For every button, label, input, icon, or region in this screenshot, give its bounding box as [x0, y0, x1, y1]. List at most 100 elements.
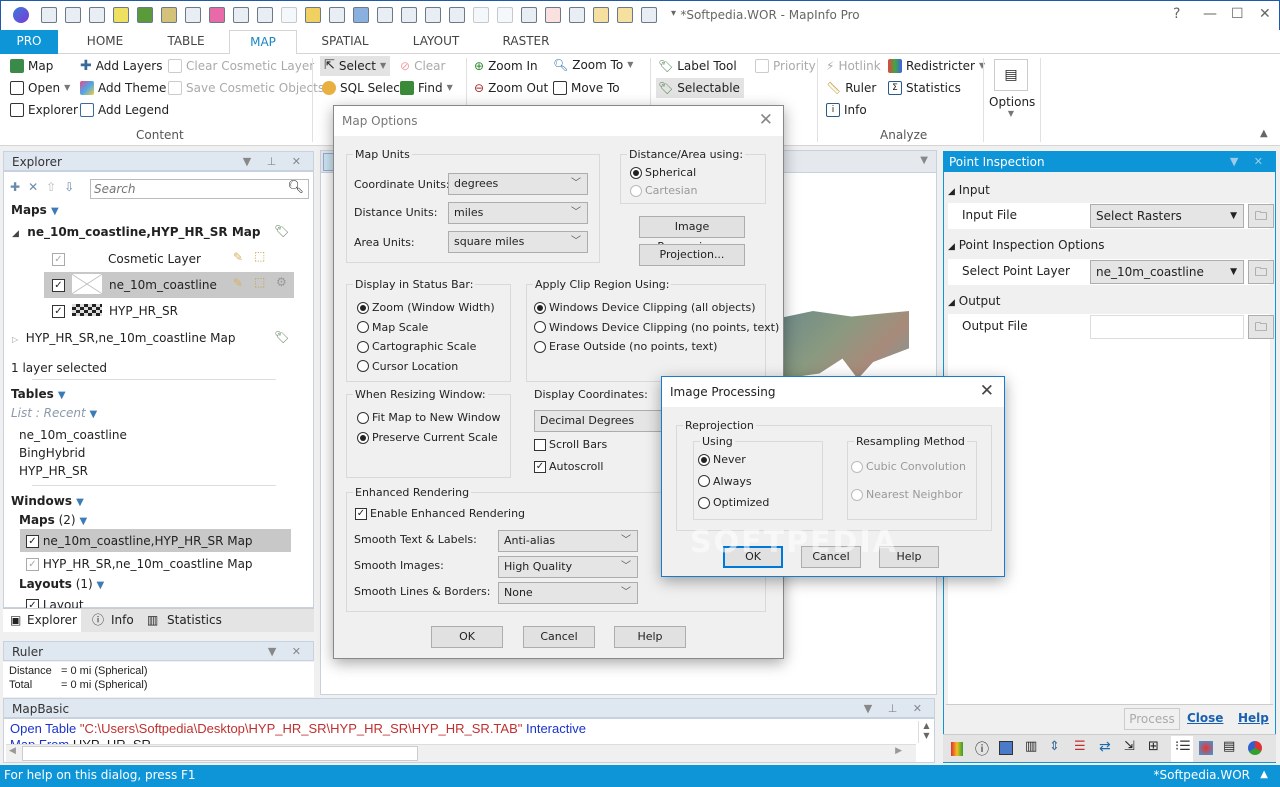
- grid-icon[interactable]: ⊞: [1148, 739, 1159, 754]
- color-ramp-icon[interactable]: [951, 742, 963, 756]
- close-dialog-button[interactable]: ✕: [759, 110, 773, 130]
- ok-button[interactable]: OK: [431, 626, 503, 648]
- redistricter-button[interactable]: Redistricter▼: [888, 56, 985, 76]
- tab-spatial[interactable]: SPATIAL: [305, 30, 385, 54]
- layer-visibility-checkbox[interactable]: ✓: [52, 253, 65, 266]
- priority-button[interactable]: Priority: [755, 56, 816, 76]
- tab-map[interactable]: MAP: [229, 30, 297, 55]
- clear-cosmetic-layer-button[interactable]: Clear Cosmetic Layer: [168, 56, 314, 76]
- smooth-text-select[interactable]: Anti-alias ﹀: [498, 530, 638, 552]
- selectable-icon[interactable]: 🏷︎: [274, 330, 289, 344]
- tab-raster[interactable]: RASTER: [490, 30, 562, 54]
- table-icon[interactable]: ▤: [1223, 739, 1235, 754]
- section-input[interactable]: ◢ Input: [948, 183, 990, 197]
- minimize-button[interactable]: —: [1203, 6, 1217, 22]
- layout-checkbox[interactable]: ✓: [26, 599, 39, 608]
- cancel-button[interactable]: Cancel: [801, 546, 861, 568]
- reprojection-using-radio-1[interactable]: Always: [698, 475, 752, 488]
- explorer-button[interactable]: Explorer: [10, 100, 78, 120]
- layer-hyp[interactable]: ✓ HYP_HR_SR: [52, 304, 178, 318]
- select-layer-icon[interactable]: ⬚: [254, 249, 265, 263]
- tab-home[interactable]: HOME: [70, 30, 140, 54]
- zoom-out-button[interactable]: ⊖ Zoom Out: [474, 78, 548, 98]
- slope-icon[interactable]: [999, 741, 1013, 755]
- remove-icon[interactable]: ✕: [28, 180, 46, 194]
- window-list-dropdown[interactable]: ▼: [920, 155, 928, 166]
- ok-button[interactable]: OK: [723, 546, 783, 568]
- tab-info[interactable]: ⓘ Info: [87, 609, 143, 632]
- projection-button[interactable]: Projection...: [639, 244, 745, 266]
- layer-coastline[interactable]: ✓ ne_10m_coastline: [52, 274, 217, 294]
- selectable-icon[interactable]: 🏷︎: [274, 224, 289, 238]
- horizontal-scrollbar[interactable]: ◀ ▶: [6, 744, 916, 762]
- display-coordinates-select[interactable]: Decimal Degrees: [534, 410, 674, 432]
- move-down-icon[interactable]: ⇩: [64, 180, 82, 194]
- explorer-search[interactable]: 🔍︎: [90, 179, 309, 199]
- coordinate-units-select[interactable]: degrees ﹀: [448, 173, 588, 195]
- open-button[interactable]: Open ▼: [10, 78, 70, 98]
- tab-layout[interactable]: LAYOUT: [398, 30, 474, 54]
- input-file-dropdown[interactable]: Select Rasters ▼: [1090, 204, 1244, 228]
- resize-radio-0[interactable]: Fit Map to New Window: [357, 411, 501, 424]
- layer-visibility-checkbox[interactable]: ✓: [52, 279, 65, 292]
- tab-explorer[interactable]: ▣ Explorer: [3, 609, 81, 632]
- edit-pencil-icon[interactable]: ✎: [233, 250, 243, 264]
- resize-radio-1[interactable]: Preserve Current Scale: [357, 431, 498, 444]
- tab-table[interactable]: TABLE: [150, 30, 222, 54]
- info-button[interactable]: i Info: [826, 100, 867, 120]
- mapbasic-panel[interactable]: Open Table "C:\Users\Softpedia\Desktop\H…: [3, 718, 935, 763]
- import-icon[interactable]: ⇲: [1124, 739, 1135, 754]
- reprojection-using-radio-0[interactable]: Never: [698, 453, 746, 466]
- section-output[interactable]: ◢ Output: [948, 294, 1000, 308]
- table-item[interactable]: BingHybrid: [19, 446, 85, 460]
- help-button[interactable]: Help: [614, 626, 686, 648]
- clip-region-radio-2[interactable]: Erase Outside (no points, text): [534, 340, 717, 353]
- table-item[interactable]: ne_10m_coastline: [19, 428, 127, 442]
- add-theme-button[interactable]: Add Theme: [80, 78, 166, 98]
- nearest-neighbor-radio[interactable]: Nearest Neighbor: [851, 488, 963, 501]
- status-bar-radio-1[interactable]: Map Scale: [357, 321, 428, 334]
- browse-button[interactable]: 🗀: [1248, 204, 1274, 228]
- collapse-ribbon-icon[interactable]: ▲: [1260, 128, 1268, 139]
- mapbasic-line[interactable]: Map From HYP_HR_SR: [10, 737, 151, 744]
- panel-controls[interactable]: ▼ ⊥ ✕: [243, 152, 307, 172]
- reprojection-using-radio-2[interactable]: Optimized: [698, 496, 769, 509]
- find-button[interactable]: Find ▼: [400, 78, 453, 98]
- map2-node[interactable]: ▷ HYP_HR_SR,ne_10m_coastline Map: [12, 331, 236, 345]
- contour-icon[interactable]: ⇕: [1049, 739, 1060, 754]
- layer-options-icon[interactable]: ⚙: [276, 275, 287, 289]
- venn-icon[interactable]: [1248, 741, 1262, 755]
- sql-select-button[interactable]: SQL Select: [322, 78, 405, 98]
- status-bar-radio-2[interactable]: Cartographic Scale: [357, 340, 476, 353]
- mapbasic-line[interactable]: Open Table "C:\Users\Softpedia\Desktop\H…: [10, 721, 586, 736]
- browse-button[interactable]: 🗀: [1248, 315, 1274, 339]
- browse-button[interactable]: 🗀: [1248, 260, 1274, 284]
- panel-controls[interactable]: ▼ ⊥ ✕: [864, 699, 928, 719]
- maximize-button[interactable]: ☐: [1231, 6, 1244, 22]
- list-mode-dropdown[interactable]: List : Recent ▼: [11, 406, 97, 420]
- zoom-to-button[interactable]: 🔍︎ Zoom To ▼: [553, 55, 633, 75]
- tab-statistics[interactable]: ▥ Statistics: [143, 609, 223, 632]
- vertical-scrollbar[interactable]: ▲ ▼: [918, 721, 934, 743]
- close-dialog-button[interactable]: ✕: [980, 381, 994, 401]
- cartesian-radio[interactable]: Cartesian: [630, 184, 698, 197]
- heatmap-icon[interactable]: [1199, 741, 1213, 755]
- search-icon[interactable]: 🔍︎: [287, 180, 304, 195]
- point-layer-dropdown[interactable]: ne_10m_coastline ▼: [1090, 260, 1244, 284]
- legend-icon[interactable]: ☰: [1074, 739, 1086, 754]
- help-link[interactable]: Help: [1238, 711, 1269, 725]
- collapse-arrow-icon[interactable]: ◢: [12, 229, 19, 239]
- expand-icon[interactable]: ▼: [51, 206, 59, 217]
- smooth-lines-select[interactable]: None ﹀: [498, 582, 638, 604]
- scroll-bars-checkbox[interactable]: Scroll Bars: [534, 438, 607, 451]
- cubic-convolution-radio[interactable]: Cubic Convolution: [851, 460, 966, 473]
- statistics-button[interactable]: Σ Statistics: [888, 78, 961, 98]
- add-layers-button[interactable]: ✚ Add Layers: [80, 56, 163, 76]
- map-button[interactable]: Map: [10, 56, 53, 76]
- enable-enhanced-rendering-checkbox[interactable]: ✓ Enable Enhanced Rendering: [355, 507, 525, 520]
- edit-pencil-icon[interactable]: ✎: [233, 276, 243, 290]
- map1-node[interactable]: ◢ ne_10m_coastline,HYP_HR_SR Map: [12, 225, 260, 239]
- layout-item[interactable]: ✓ Layout: [26, 598, 84, 608]
- layer-visibility-checkbox[interactable]: ✓: [52, 305, 65, 318]
- tab-pro[interactable]: PRO: [0, 30, 58, 54]
